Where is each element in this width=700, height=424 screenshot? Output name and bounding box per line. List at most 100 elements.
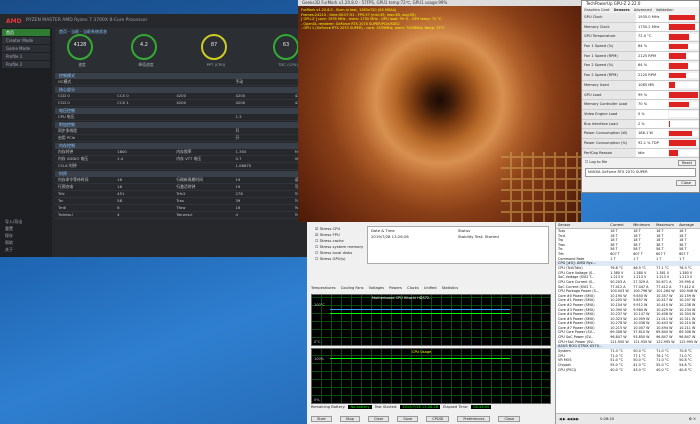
sensor-graph-fill — [669, 14, 696, 21]
sensor-value: 1935.0 MHz — [636, 13, 668, 22]
setting-cell: 同步多线程 — [58, 128, 77, 133]
tab-voltages[interactable]: Voltages — [369, 286, 384, 290]
sidebar-footer: 导入/导出 重置 保存 帮助 关于 — [2, 218, 50, 253]
elapsed-label: Elapsed Time: — [443, 405, 469, 409]
graph-tabs: Temperatures Cooling Fans Voltages Power… — [311, 286, 462, 290]
sensor-name[interactable]: GPU Load — [582, 90, 636, 100]
stop-button[interactable]: Stop — [339, 416, 360, 422]
nav-home[interactable]: 首页 — [2, 29, 50, 36]
toolbar-icons[interactable]: ⚙ ✕ — [689, 414, 696, 424]
sensor-value: 1085 MB — [636, 80, 668, 90]
sensor-cell: 1 T — [656, 256, 662, 261]
tab-sensors[interactable]: Sensors — [614, 8, 630, 12]
setting-cell: 6 — [117, 205, 120, 210]
temperature-graph: Motherboard CPU Hitachi HDS72... 100°C 0… — [311, 294, 551, 346]
tab-cooling-fans[interactable]: Cooling Fans — [341, 286, 364, 290]
sensor-cell: 40.8 °C — [679, 367, 692, 372]
sensor-name[interactable]: Memory Clock — [582, 22, 636, 32]
sensor-name[interactable]: Power Consumption (%) — [582, 138, 636, 148]
clear-button[interactable]: Clear — [367, 416, 390, 422]
start-button[interactable]: Start — [311, 416, 332, 422]
tab-powers[interactable]: Powers — [389, 286, 402, 290]
sensor-name[interactable]: Fan 1 Speed (%) — [582, 42, 636, 51]
sensor-name[interactable]: Memory Used — [582, 80, 636, 90]
sensor-graph-fill — [669, 24, 696, 30]
status-value: Stability Test: Started — [458, 234, 499, 239]
cpu-usage-line — [330, 358, 510, 359]
setting-cell: OC模式 — [58, 79, 72, 84]
nav-arrows-icon[interactable]: ◀ ▶ ◀◀ ▶▶ — [559, 417, 579, 421]
sensor-graph — [669, 33, 698, 40]
setting-cell: 4200 — [176, 100, 187, 105]
setting-cell: 39 — [235, 198, 241, 203]
col-maximum[interactable]: Maximum — [654, 222, 677, 228]
sensor-value: 64 % — [636, 42, 668, 51]
gauge-speed: 4128 速度 — [67, 34, 93, 67]
preferences-button[interactable]: Preferences — [457, 416, 491, 422]
window-title: RYZEN MASTER AMD Ryzen 7 3700X 8-Core Pr… — [26, 18, 148, 23]
sensor-row: Fan 2 Speed (RPM) 2120 RPM — [582, 71, 699, 81]
col-current[interactable]: Current — [608, 222, 631, 228]
sensor-graph-fill — [669, 92, 698, 98]
sensor-row: Power Consumption (W) 188.1 W — [582, 129, 699, 139]
close-button[interactable]: Close — [676, 180, 696, 187]
reset-button[interactable]: 重置 — [2, 225, 50, 232]
tab-clocks[interactable]: Clocks — [407, 286, 419, 290]
elapsed-value: 00:28:00 — [471, 405, 492, 409]
nav-profile-1[interactable]: Profile 1 — [2, 53, 50, 60]
nav-profile-2[interactable]: Profile 2 — [2, 61, 50, 68]
import-export-button[interactable]: 导入/导出 — [2, 218, 50, 225]
sensor-name[interactable]: Fan 1 Speed (RPM) — [582, 51, 636, 61]
hud-line: - GPU 1 (GeForce RTX 2070 SUPER) - core:… — [301, 26, 445, 30]
setting-cell: 4200 — [235, 93, 246, 98]
help-button[interactable]: 帮助 — [2, 239, 50, 246]
setting-cell: CCD 0 — [58, 93, 70, 98]
sensor-name[interactable]: Fan 2 Speed (RPM) — [582, 71, 636, 80]
save-button[interactable]: 保存 — [2, 232, 50, 239]
col-minimum[interactable]: Minimum — [631, 222, 654, 228]
reset-button[interactable]: Reset — [677, 160, 696, 167]
sensor-name[interactable]: Power Consumption (W) — [582, 129, 636, 138]
tab-validation[interactable]: Validation — [656, 8, 674, 12]
setting-cell: Trrdl — [58, 205, 67, 210]
tab-graphics-card[interactable]: Graphics Card — [584, 8, 609, 12]
sensor-value: 2120 RPM — [636, 71, 668, 80]
tab-temperatures[interactable]: Temperatures — [311, 286, 336, 290]
tab-advanced[interactable]: Advanced — [634, 8, 652, 12]
sensor-cell: 43.0 °C — [633, 367, 646, 372]
card-select[interactable]: NVIDIA GeForce RTX 2070 SUPER — [585, 168, 696, 178]
sensor-value: 0 % — [636, 109, 668, 119]
stress-gpu-checkbox[interactable]: ☐ Stress GPU(s) — [315, 256, 363, 262]
setting-cell: Tras — [176, 198, 184, 203]
sensor-name[interactable]: GPU Temperature — [582, 32, 636, 42]
sensor-table: Tcas 16 T 16 T 16 T 16 T Trcd 18 T 18 T 18 T 18 T… — [556, 229, 700, 372]
elapsed-timer: 0:28:20 — [600, 417, 615, 421]
sensor-row: GPU Load 99 % — [582, 90, 699, 101]
setting-cell: Twrwrscl — [176, 212, 193, 217]
amd-logo: AMD — [6, 18, 22, 25]
save-button[interactable]: Save — [397, 416, 419, 422]
tab-unified[interactable]: Unified — [424, 286, 437, 290]
sensor-row: Bus Interface Load 2 % — [582, 119, 699, 130]
sensor-row[interactable]: CPU (PECI) 40.0 °C 43.0 °C 40.0 °C 40.8 °C — [556, 368, 700, 373]
col-sensor[interactable]: Sensor — [556, 222, 608, 228]
sensor-name[interactable]: GPU Clock — [582, 13, 636, 22]
sensor-graph — [669, 62, 698, 69]
col-average[interactable]: Average — [677, 222, 700, 228]
gauge-ppt: 87 PPT (CPU) — [201, 34, 227, 67]
sensor-name[interactable]: Fan 2 Speed (%) — [582, 61, 636, 71]
sensor-name[interactable]: Memory Controller Load — [582, 100, 636, 109]
about-button[interactable]: 关于 — [2, 246, 50, 253]
setting-cell: Trfc2 — [176, 191, 186, 196]
tab-statistics[interactable]: Statistics — [442, 286, 458, 290]
close-button[interactable]: Close — [498, 416, 521, 422]
cpuid-button[interactable]: CPUID — [426, 416, 450, 422]
sensor-name[interactable]: Video Engine Load — [582, 109, 636, 119]
nav-creator-mode[interactable]: Creator Mode — [2, 37, 50, 44]
sensor-name[interactable]: PerfCap Reason — [582, 148, 636, 158]
nav-game-mode[interactable]: Game Mode — [2, 45, 50, 52]
sensor-name[interactable]: Bus Interface Load — [582, 119, 636, 129]
check-label: Stress cache — [319, 238, 344, 243]
graph-title: CPU Usage — [412, 350, 432, 354]
setting-cell: CPU 电压 — [58, 114, 75, 119]
